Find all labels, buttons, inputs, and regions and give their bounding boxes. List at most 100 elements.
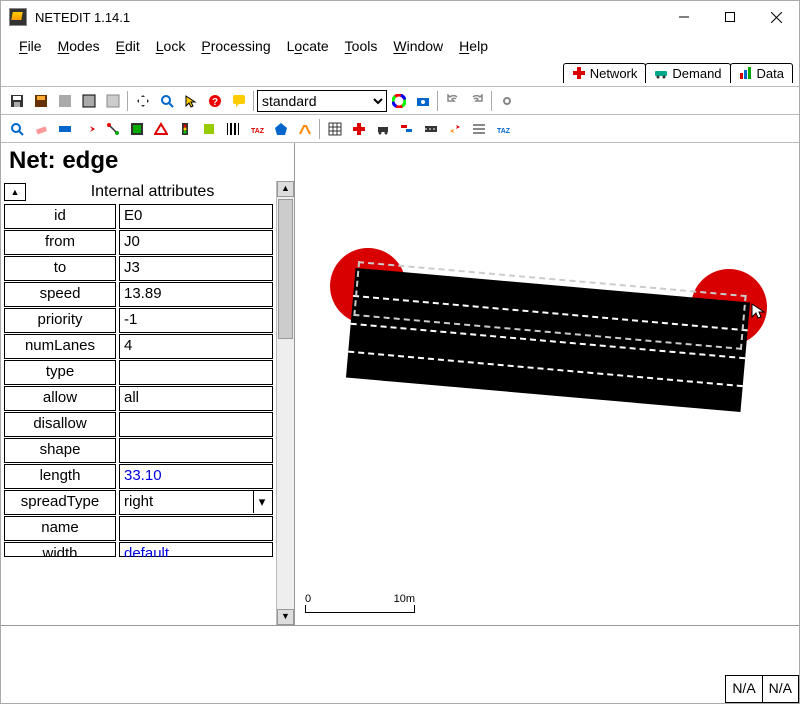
cars-button[interactable] bbox=[396, 118, 418, 140]
new-file-button[interactable] bbox=[6, 90, 28, 112]
maximize-button[interactable] bbox=[707, 2, 753, 32]
attr-value-spreadtype[interactable]: right bbox=[119, 490, 273, 515]
svg-text:?: ? bbox=[212, 97, 218, 108]
menu-file[interactable]: File bbox=[11, 36, 50, 56]
attr-value-priority[interactable]: -1 bbox=[119, 308, 273, 333]
crossing-mode-button[interactable] bbox=[222, 118, 244, 140]
reload-button[interactable] bbox=[102, 90, 124, 112]
scroll-thumb[interactable] bbox=[278, 199, 293, 339]
shape-mode-button[interactable] bbox=[270, 118, 292, 140]
tab-demand[interactable]: Demand bbox=[645, 63, 730, 83]
tab-network[interactable]: Network bbox=[563, 63, 647, 83]
attribute-sidebar: Net: edge ▲ Internal attributes idE0 fro… bbox=[1, 143, 295, 625]
attr-value-type[interactable] bbox=[119, 360, 273, 385]
scale-ten: 10m bbox=[394, 593, 415, 605]
menu-locate[interactable]: Locate bbox=[279, 36, 337, 56]
connection-mode-button[interactable] bbox=[126, 118, 148, 140]
chat-button[interactable] bbox=[228, 90, 250, 112]
prohibition-mode-button[interactable] bbox=[150, 118, 172, 140]
menu-lock[interactable]: Lock bbox=[148, 36, 194, 56]
menu-edit[interactable]: Edit bbox=[108, 36, 148, 56]
undo-button[interactable] bbox=[442, 90, 464, 112]
inspect-mode-button[interactable] bbox=[6, 118, 28, 140]
attr-value-width[interactable]: default bbox=[119, 542, 273, 557]
attr-label-shape: shape bbox=[4, 438, 116, 463]
svg-text:TAZ: TAZ bbox=[251, 128, 264, 135]
floppy-icon bbox=[82, 94, 96, 108]
select-icon bbox=[58, 122, 72, 136]
lanes-button[interactable] bbox=[420, 118, 442, 140]
person-button[interactable]: ? bbox=[204, 90, 226, 112]
color-button[interactable] bbox=[388, 90, 410, 112]
close-button[interactable] bbox=[753, 2, 799, 32]
tls-mode-button[interactable] bbox=[174, 118, 196, 140]
additional-mode-button[interactable] bbox=[198, 118, 220, 140]
wire-mode-button[interactable] bbox=[294, 118, 316, 140]
camera-icon bbox=[416, 94, 430, 108]
triangle-icon bbox=[154, 122, 168, 136]
plus-icon bbox=[572, 66, 586, 80]
attr-button-disallow[interactable]: disallow bbox=[4, 412, 116, 437]
redo-button[interactable] bbox=[466, 90, 488, 112]
redo-icon bbox=[470, 94, 484, 108]
attr-label-width: width bbox=[4, 542, 116, 557]
menu-processing[interactable]: Processing bbox=[193, 36, 278, 56]
attr-value-shape[interactable] bbox=[119, 438, 273, 463]
gear-icon bbox=[500, 94, 514, 108]
menu-modes[interactable]: Modes bbox=[50, 36, 108, 56]
section-heading: Internal attributes bbox=[29, 181, 276, 203]
car-small-icon bbox=[376, 122, 390, 136]
scroll-down-icon[interactable]: ▼ bbox=[277, 609, 294, 625]
save-button[interactable] bbox=[54, 90, 76, 112]
pan-button[interactable] bbox=[132, 90, 154, 112]
floppy-icon bbox=[10, 94, 24, 108]
taz-color-button[interactable]: TAZ bbox=[492, 118, 514, 140]
grid-toggle-button[interactable] bbox=[324, 118, 346, 140]
attr-value-speed[interactable]: 13.89 bbox=[119, 282, 273, 307]
attr-value-length[interactable]: 33.10 bbox=[119, 464, 273, 489]
network-canvas[interactable]: 0 10m bbox=[295, 143, 799, 625]
attr-value-allow[interactable]: all bbox=[119, 386, 273, 411]
dir-button[interactable] bbox=[444, 118, 466, 140]
sidebar-scrollbar[interactable]: ▲ ▼ bbox=[276, 181, 294, 625]
attr-value-disallow[interactable] bbox=[119, 412, 273, 437]
minimize-button[interactable] bbox=[661, 2, 707, 32]
taz-mode-button[interactable]: TAZ bbox=[246, 118, 268, 140]
save-as-button[interactable] bbox=[78, 90, 100, 112]
zoom-button[interactable] bbox=[156, 90, 178, 112]
edge-color-button[interactable] bbox=[468, 118, 490, 140]
menu-help[interactable]: Help bbox=[451, 36, 496, 56]
compute-button[interactable] bbox=[496, 90, 518, 112]
create-edge-button[interactable] bbox=[102, 118, 124, 140]
wire-icon bbox=[298, 122, 312, 136]
tab-label: Data bbox=[757, 66, 784, 81]
demand-elems-button[interactable] bbox=[372, 118, 394, 140]
svg-text:TAZ: TAZ bbox=[497, 128, 510, 135]
scale-zero: 0 bbox=[305, 593, 311, 605]
attr-value-id[interactable]: E0 bbox=[119, 204, 273, 229]
scroll-up-icon[interactable]: ▲ bbox=[277, 181, 294, 197]
floppy-icon bbox=[58, 94, 72, 108]
attr-value-name[interactable] bbox=[119, 516, 273, 541]
move-mode-button[interactable] bbox=[78, 118, 100, 140]
attr-button-allow[interactable]: allow bbox=[4, 386, 116, 411]
attr-value-numlanes[interactable]: 4 bbox=[119, 334, 273, 359]
select-mode-button[interactable] bbox=[54, 118, 76, 140]
tab-data[interactable]: Data bbox=[730, 63, 793, 83]
sign-icon bbox=[202, 122, 216, 136]
view-scheme-select[interactable]: standard bbox=[257, 90, 387, 112]
polygon-icon bbox=[274, 122, 288, 136]
collapse-toggle[interactable]: ▲ bbox=[4, 183, 26, 201]
junc-shape-button[interactable] bbox=[348, 118, 370, 140]
menu-tools[interactable]: Tools bbox=[337, 36, 386, 56]
open-button[interactable] bbox=[30, 90, 52, 112]
undo-icon bbox=[446, 94, 460, 108]
chart-icon bbox=[739, 66, 753, 80]
camera-button[interactable] bbox=[412, 90, 434, 112]
attr-value-from[interactable]: J0 bbox=[119, 230, 273, 255]
menu-window[interactable]: Window bbox=[385, 36, 451, 56]
attr-value-to[interactable]: J3 bbox=[119, 256, 273, 281]
delete-mode-button[interactable] bbox=[30, 118, 52, 140]
tab-label: Network bbox=[590, 66, 638, 81]
select-button[interactable] bbox=[180, 90, 202, 112]
